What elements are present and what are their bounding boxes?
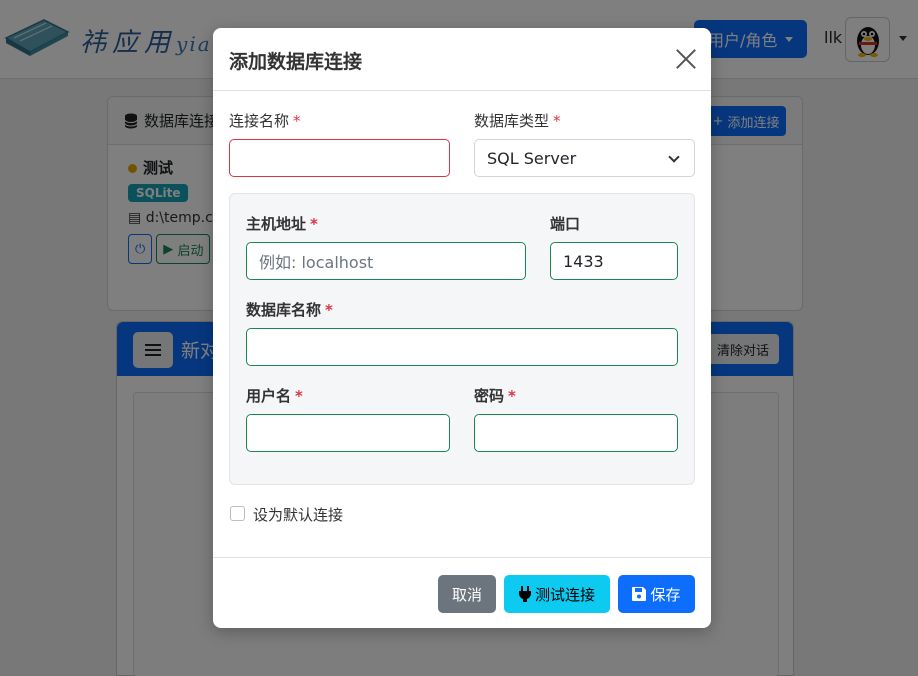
test-connection-label: 测试连接 bbox=[534, 585, 595, 604]
required-marker: * bbox=[553, 112, 561, 130]
required-marker: * bbox=[325, 301, 333, 319]
port-input[interactable]: 1433 bbox=[550, 242, 678, 280]
password-input[interactable] bbox=[474, 414, 678, 452]
username-input[interactable] bbox=[246, 414, 450, 452]
host-input[interactable]: 例如: localhost bbox=[246, 242, 526, 280]
host-placeholder: 例如: localhost bbox=[259, 253, 374, 272]
host-label-text: 主机地址 bbox=[246, 215, 307, 233]
connection-name-label-text: 连接名称 bbox=[229, 112, 290, 130]
modal-footer: 取消 测试连接 保存 bbox=[213, 557, 711, 628]
database-name-label: 数据库名称 * bbox=[246, 299, 333, 320]
db-type-select[interactable]: SQL Server bbox=[474, 139, 695, 177]
chevron-down-icon bbox=[668, 151, 680, 163]
database-name-input[interactable] bbox=[246, 328, 678, 366]
username-label: 用户名 * bbox=[246, 385, 303, 406]
host-label: 主机地址 * bbox=[246, 213, 318, 234]
required-marker: * bbox=[310, 215, 318, 233]
database-name-label-text: 数据库名称 bbox=[246, 301, 322, 319]
db-type-label: 数据库类型 * bbox=[474, 110, 561, 131]
required-marker: * bbox=[295, 387, 303, 405]
db-type-label-text: 数据库类型 bbox=[474, 112, 550, 130]
default-connection-checkbox[interactable] bbox=[230, 506, 245, 521]
add-connection-modal: 添加数据库连接 连接名称 * 数据库类型 * SQL Server 主机地址 * 例如… bbox=[213, 28, 711, 628]
password-label-text: 密码 bbox=[474, 387, 505, 405]
port-label: 端口 bbox=[550, 215, 581, 233]
floppy-disk-icon bbox=[632, 587, 647, 601]
default-connection-label[interactable]: 设为默认连接 bbox=[253, 504, 343, 525]
save-label: 保存 bbox=[650, 585, 681, 604]
required-marker: * bbox=[508, 387, 516, 405]
connection-name-input[interactable] bbox=[229, 139, 450, 177]
modal-title: 添加数据库连接 bbox=[229, 51, 363, 73]
cancel-label: 取消 bbox=[451, 585, 482, 604]
test-connection-button[interactable]: 测试连接 bbox=[504, 575, 610, 613]
password-label: 密码 * bbox=[474, 385, 516, 406]
db-type-selected-value: SQL Server bbox=[487, 148, 577, 168]
close-icon[interactable] bbox=[675, 48, 697, 70]
cancel-button[interactable]: 取消 bbox=[438, 575, 496, 613]
save-button[interactable]: 保存 bbox=[618, 575, 695, 613]
username-label-text: 用户名 bbox=[246, 387, 292, 405]
plug-icon bbox=[518, 586, 531, 602]
connection-name-label: 连接名称 * bbox=[229, 110, 301, 131]
modal-header: 添加数据库连接 bbox=[213, 28, 711, 91]
required-marker: * bbox=[293, 112, 301, 130]
